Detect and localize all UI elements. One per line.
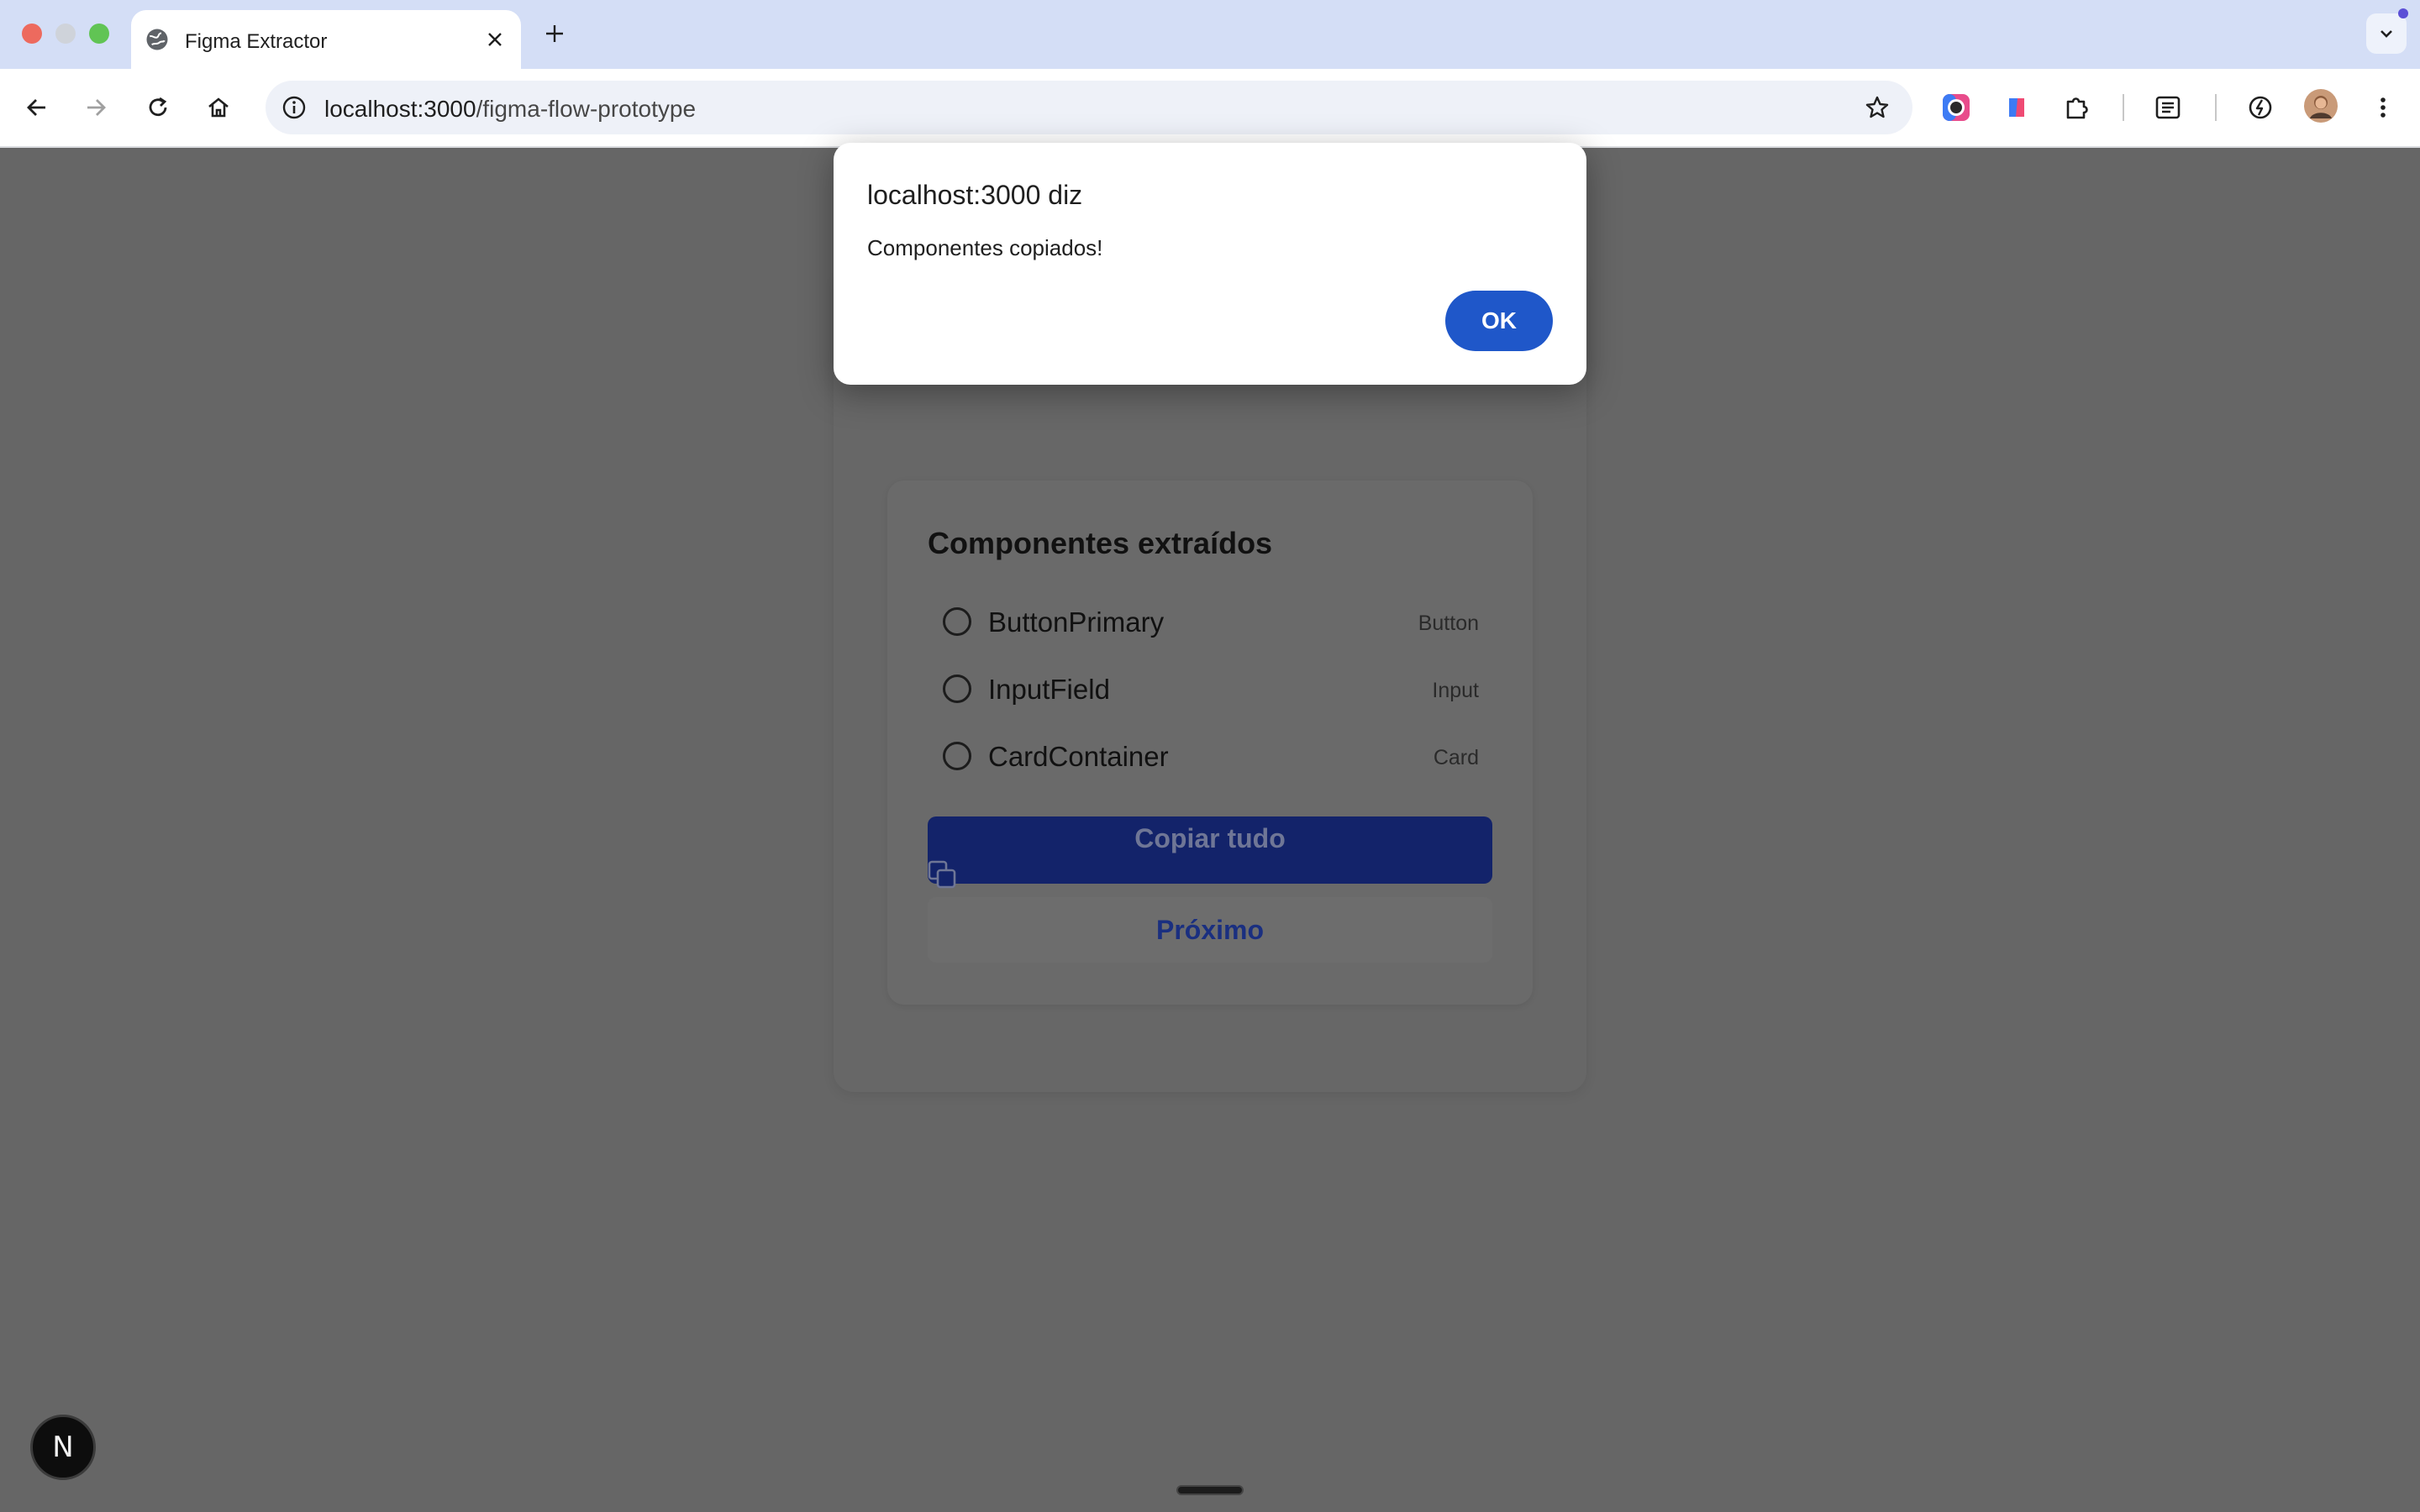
component-radio[interactable] — [943, 675, 971, 703]
component-radio[interactable] — [943, 607, 971, 636]
component-type: Button — [1418, 612, 1479, 635]
minimize-window-button[interactable] — [55, 24, 76, 44]
notification-dot — [2398, 8, 2408, 18]
plus-icon[interactable] — [538, 17, 571, 50]
avatar[interactable] — [2302, 87, 2339, 124]
component-name: ButtonPrimary — [988, 606, 1165, 638]
color-picker-extension-icon[interactable] — [1938, 89, 1975, 126]
copy-all-label: Copiar tudo — [1134, 823, 1286, 853]
ok-button[interactable]: OK — [1445, 291, 1553, 351]
home-icon[interactable] — [197, 86, 240, 129]
reload-icon[interactable] — [136, 86, 180, 129]
tab-strip: Figma Extractor — [0, 0, 2420, 69]
globe-icon — [145, 27, 170, 52]
alert-dialog: localhost:3000 diz Componentes copiados!… — [834, 143, 1586, 385]
site-info-icon[interactable] — [279, 92, 309, 123]
close-icon[interactable] — [479, 24, 511, 55]
more-vertical-icon[interactable] — [2365, 89, 2402, 126]
component-name: InputField — [988, 674, 1110, 705]
browser-toolbar: localhost:3000/figma-flow-prototype — [0, 69, 2420, 148]
back-arrow-icon[interactable] — [15, 86, 59, 129]
alert-title: localhost:3000 diz — [867, 180, 1083, 210]
component-radio[interactable] — [943, 742, 971, 770]
active-tab[interactable]: Figma Extractor — [131, 10, 521, 69]
component-name: CardContainer — [988, 741, 1169, 772]
component-row[interactable]: CardContainer Card — [928, 731, 1492, 781]
url-text: localhost:3000/figma-flow-prototype — [324, 96, 696, 123]
alert-message: Componentes copiados! — [867, 235, 1103, 260]
component-type: Input — [1432, 679, 1479, 702]
close-window-button[interactable] — [22, 24, 42, 44]
url-path: /figma-flow-prototype — [476, 96, 697, 122]
address-bar[interactable]: localhost:3000/figma-flow-prototype — [266, 81, 1912, 134]
url-host: localhost:3000 — [324, 96, 476, 122]
toolbar-separator — [2123, 94, 2124, 121]
chevron-down-icon[interactable] — [2366, 13, 2407, 54]
nextjs-dev-badge[interactable]: N — [30, 1415, 96, 1480]
performance-icon[interactable] — [2242, 89, 2279, 126]
copy-icon — [928, 860, 961, 889]
component-row[interactable]: InputField Input — [928, 664, 1492, 714]
maximize-window-button[interactable] — [89, 24, 109, 44]
component-type: Card — [1433, 746, 1479, 769]
copy-all-button[interactable]: Copiar tudo — [928, 816, 1492, 889]
component-row[interactable]: ButtonPrimary Button — [928, 596, 1492, 647]
next-button[interactable]: Próximo — [928, 897, 1492, 963]
bookmark-extension-icon[interactable] — [1998, 89, 2035, 126]
toolbar-separator — [2215, 94, 2217, 121]
tab-title: Figma Extractor — [185, 30, 328, 53]
bookmark-star-icon[interactable] — [1860, 91, 1894, 124]
scroll-handle[interactable] — [1176, 1485, 1244, 1495]
puzzle-extensions-icon[interactable] — [2059, 89, 2096, 126]
forward-arrow-icon[interactable] — [74, 86, 118, 129]
components-title: Componentes extraídos — [928, 526, 1273, 560]
reading-list-icon[interactable] — [2149, 89, 2186, 126]
